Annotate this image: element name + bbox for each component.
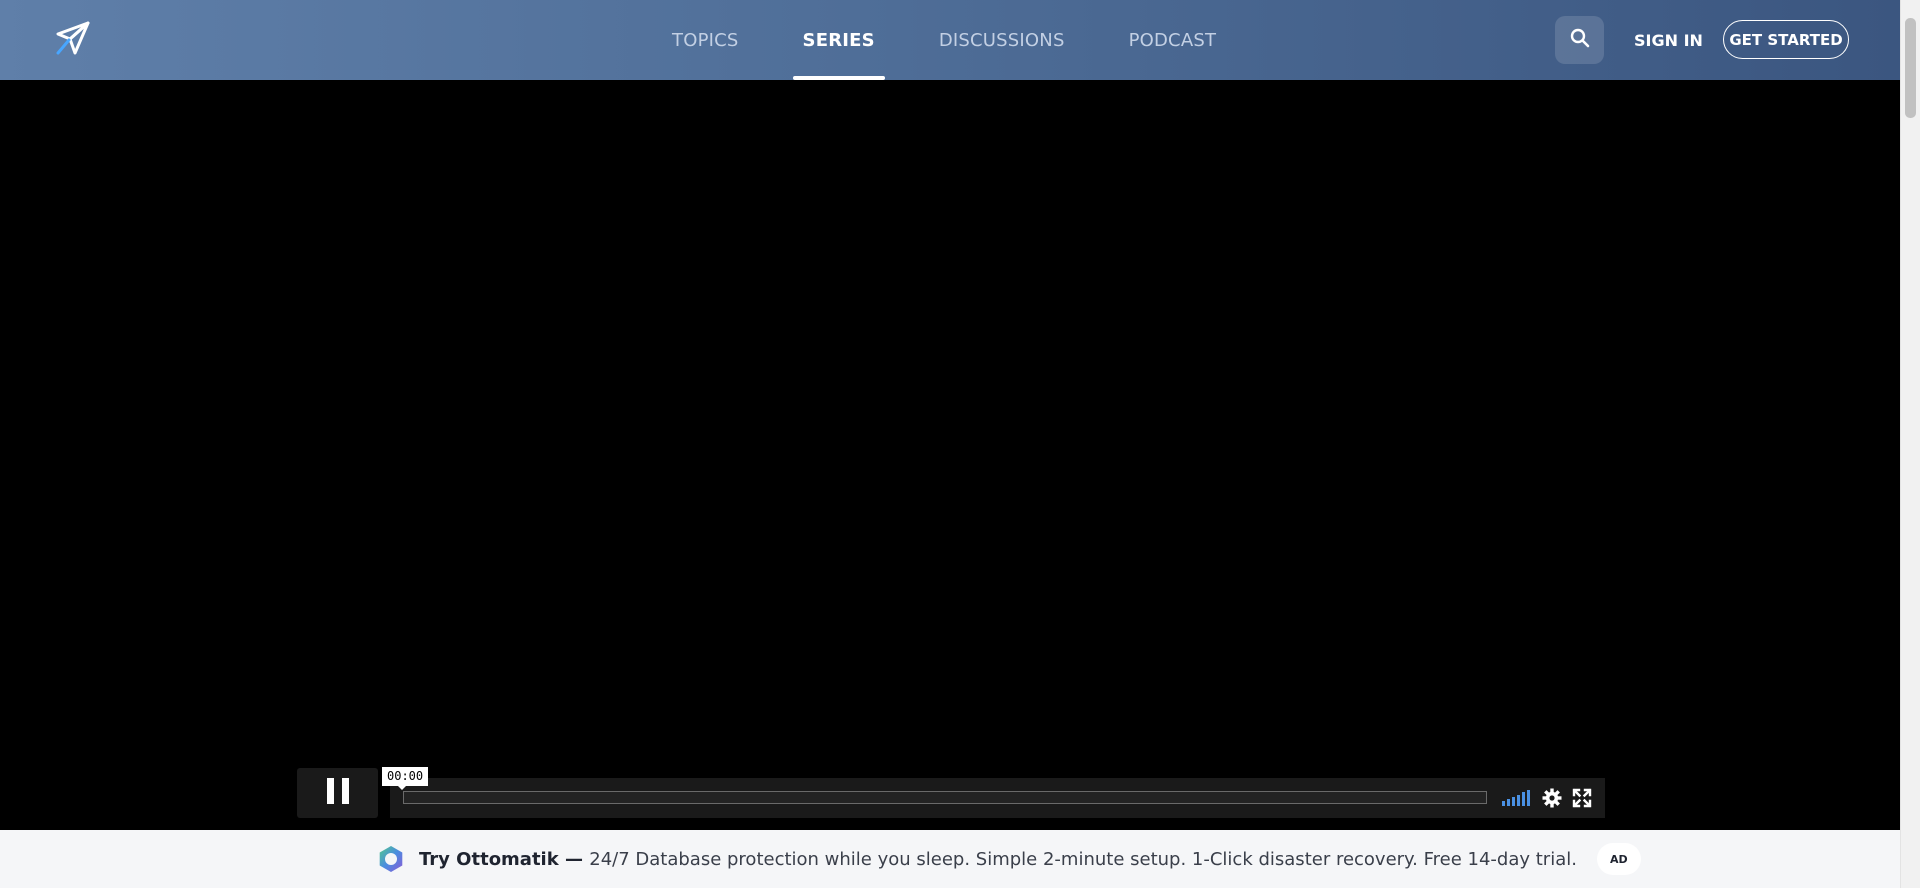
ad-badge: AD [1596,843,1641,875]
ottomatik-logo-icon [377,845,405,873]
pause-button[interactable] [297,768,378,818]
current-time-tooltip: 00:00 [382,767,429,790]
pause-icon [325,777,351,809]
ad-text: 24/7 Database protection while you sleep… [589,848,1577,870]
video-player[interactable]: 00:00 [0,80,1900,830]
nav-discussions-label: DISCUSSIONS [938,29,1065,51]
ad-title: Try Ottomatik — [419,848,590,870]
ad-link[interactable]: Try Ottomatik — 24/7 Database protection… [377,830,1641,888]
site-header: TOPICS SERIES DISCUSSIONS PODCAST SIGN I… [0,0,1900,80]
nav-podcast[interactable]: PODCAST [1097,0,1249,80]
main-nav: TOPICS SERIES DISCUSSIONS PODCAST [640,0,1248,80]
nav-topics-label: TOPICS [672,29,739,51]
nav-series[interactable]: SERIES [771,0,907,80]
ad-banner: Try Ottomatik — 24/7 Database protection… [0,830,1900,888]
nav-topics[interactable]: TOPICS [640,0,771,80]
nav-series-label: SERIES [802,29,875,51]
nav-podcast-label: PODCAST [1128,29,1217,51]
nav-discussions[interactable]: DISCUSSIONS [907,0,1097,80]
page-scrollbar[interactable] [1900,0,1920,888]
gear-icon[interactable] [1542,788,1562,812]
player-control-bar [390,778,1605,818]
page: TOPICS SERIES DISCUSSIONS PODCAST SIGN I… [0,0,1920,888]
scrollbar-thumb[interactable] [1905,18,1916,118]
volume-bars-icon[interactable] [1502,789,1532,811]
get-started-button[interactable]: GET STARTED [1723,20,1849,59]
search-icon [1570,28,1590,52]
paper-plane-icon[interactable] [54,20,92,58]
fullscreen-icon[interactable] [1572,788,1592,812]
sign-in-link[interactable]: SIGN IN [1634,0,1703,80]
progress-bar[interactable] [403,791,1487,804]
search-button[interactable] [1555,16,1604,64]
